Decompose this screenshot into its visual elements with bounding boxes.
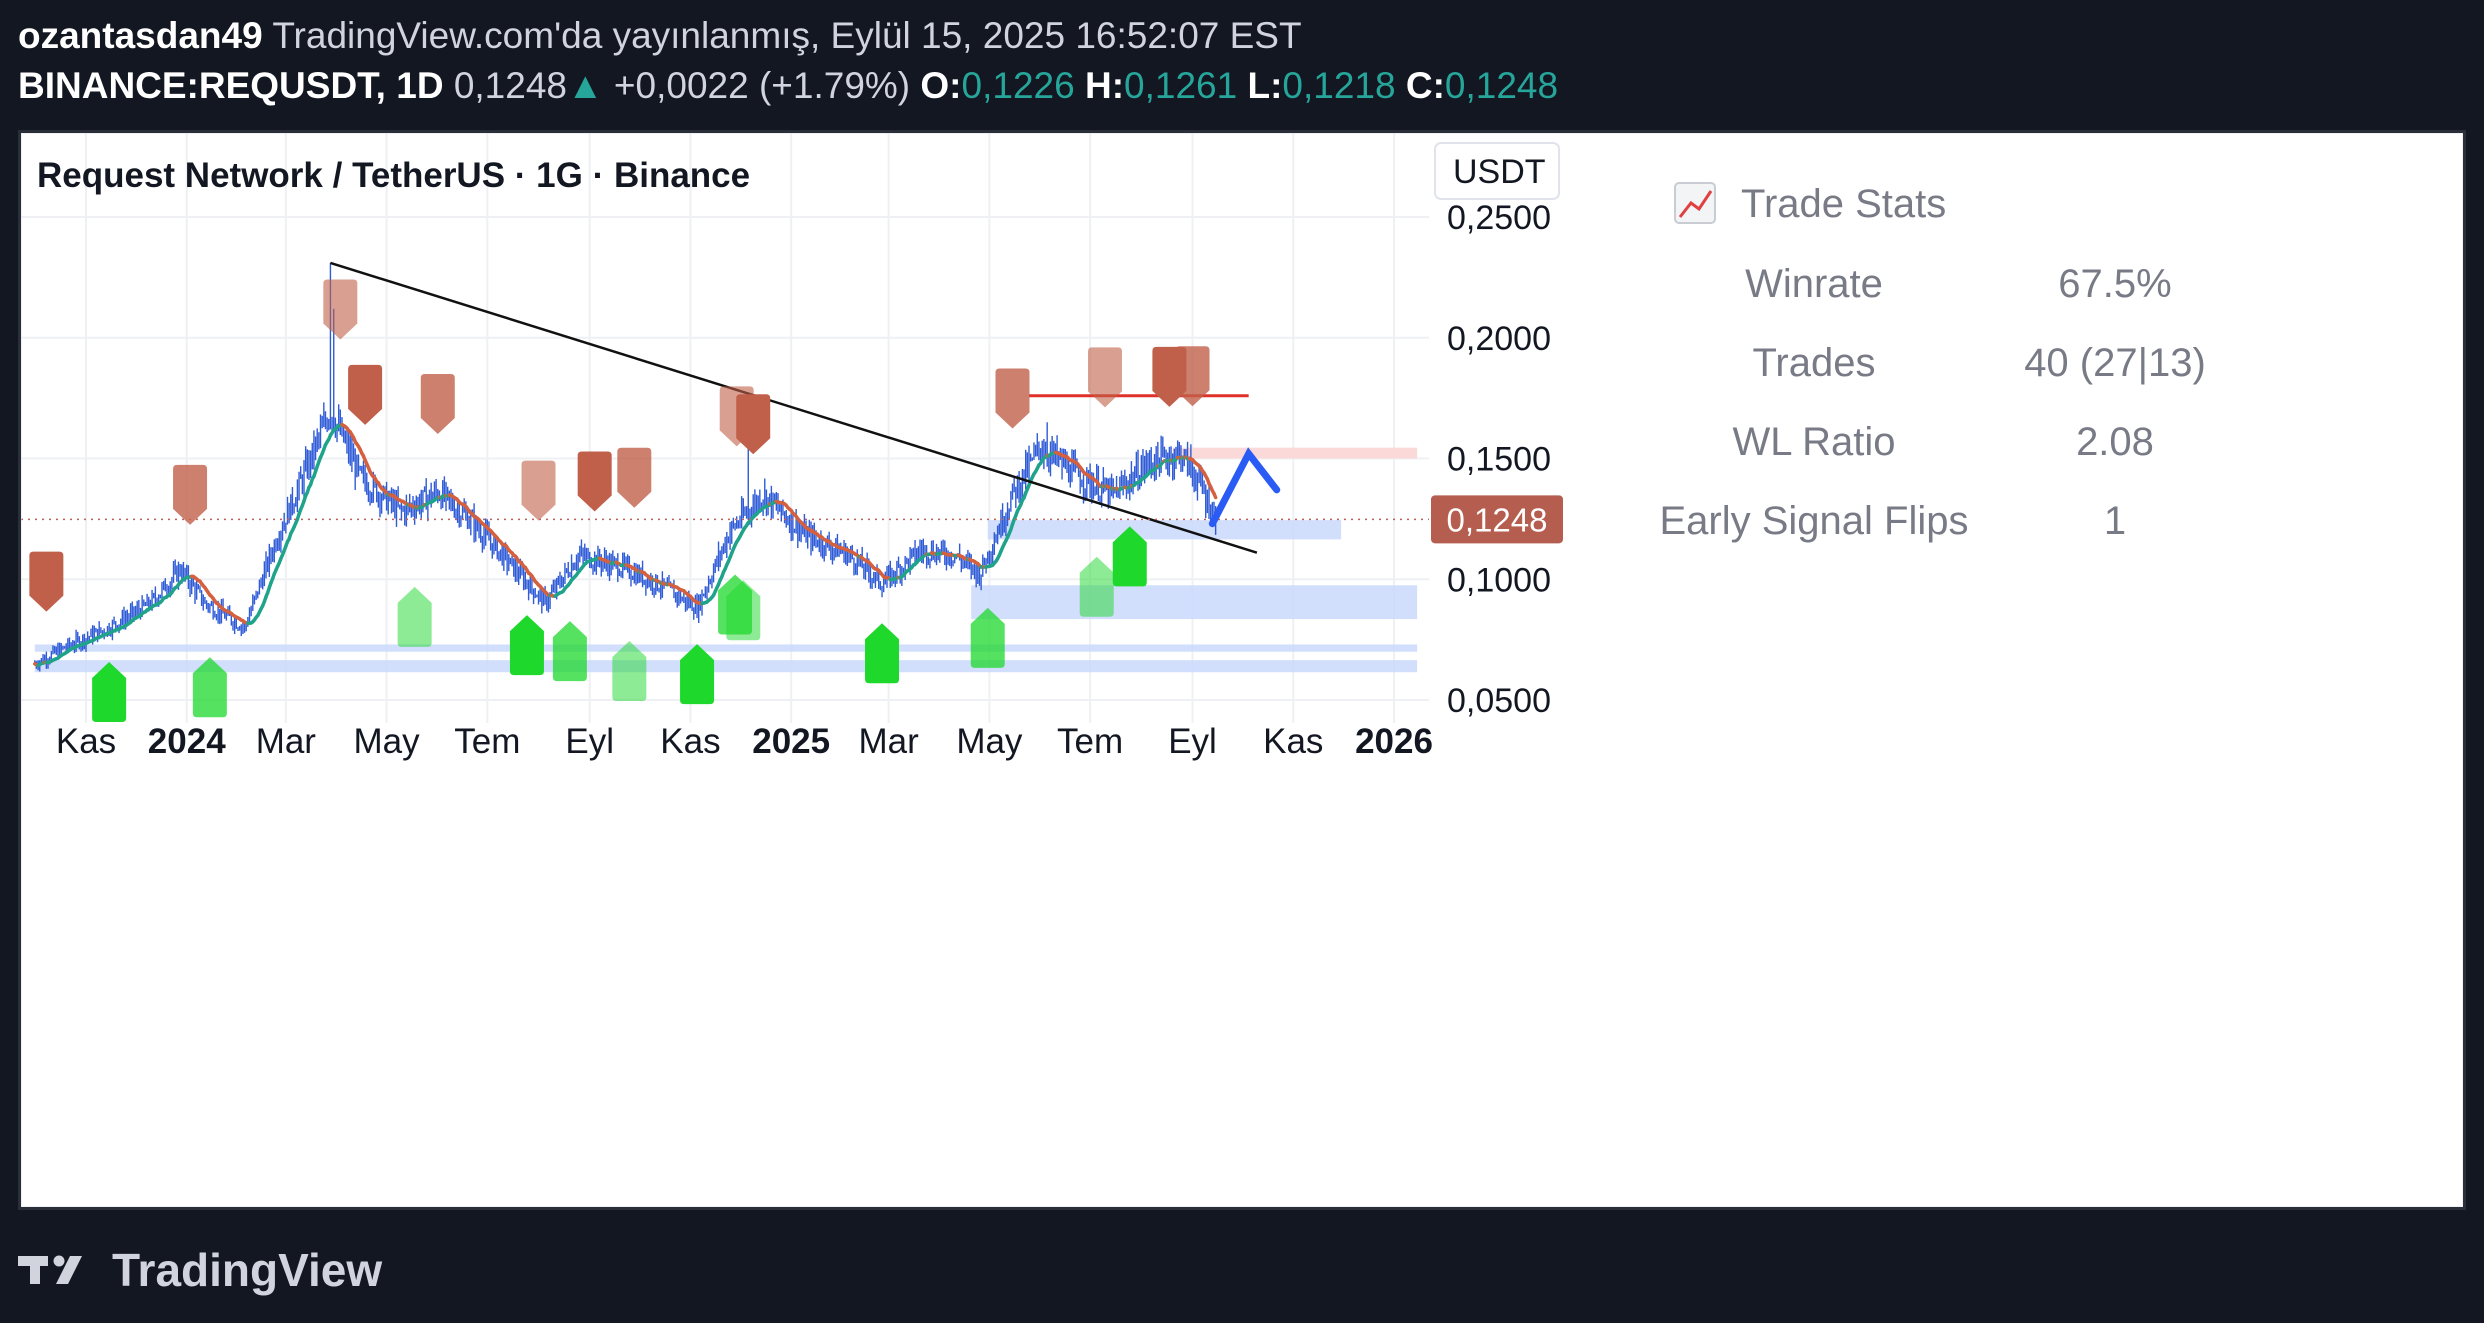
buy-signal	[680, 644, 715, 705]
high-label: H:	[1084, 65, 1125, 106]
buy-signal	[552, 621, 587, 682]
x-tick-label: Eyl	[1168, 722, 1217, 761]
sell-signal	[420, 373, 455, 434]
buy-signal	[865, 623, 900, 684]
buy-signal	[509, 615, 544, 676]
current-price-label: 0,1248	[1447, 501, 1548, 538]
tradingview-logo-icon	[18, 1255, 82, 1284]
sell-signal	[521, 460, 556, 521]
chart-line-icon	[1674, 182, 1716, 224]
sell-signal	[736, 394, 771, 455]
low-label: L:	[1247, 65, 1283, 106]
price-change: +0,0022 (+1.79%)	[613, 65, 911, 106]
support-zone	[971, 585, 1418, 620]
x-tick-label: Kas	[56, 722, 116, 761]
close-value: 0,1248	[1444, 65, 1559, 106]
sell-signal	[1175, 346, 1210, 407]
x-tick-label: Mar	[858, 722, 919, 761]
support-zone	[34, 660, 1418, 673]
author-name[interactable]: ozantasdan49	[18, 15, 263, 56]
x-tick-label: May	[956, 722, 1023, 761]
buy-signal	[1079, 556, 1114, 617]
close-label: C:	[1405, 65, 1445, 106]
publish-header: ozantasdan49 TradingView.com'da yayınlan…	[18, 12, 1302, 60]
buy-signal	[397, 586, 432, 647]
x-tick-label: 2025	[752, 722, 830, 761]
low-value: 0,1218	[1282, 65, 1396, 106]
trade-stats-label: Early Signal Flips	[1659, 499, 1968, 543]
x-tick-label: 2026	[1355, 722, 1433, 761]
y-tick-label: 0,0500	[1447, 682, 1551, 720]
currency-button-label: USDT	[1453, 153, 1546, 191]
x-tick-label: 2024	[148, 722, 226, 761]
trade-stats-label: Trades	[1752, 341, 1875, 385]
sell-signal	[323, 279, 358, 340]
up-arrow-icon: ▲	[567, 65, 604, 106]
projection-arrow	[1208, 447, 1281, 528]
trade-stats-label: WL Ratio	[1732, 420, 1895, 464]
support-zone	[34, 644, 1418, 652]
y-tick-label: 0,2500	[1447, 199, 1551, 237]
sell-signal	[173, 464, 208, 525]
sell-signal	[348, 364, 383, 425]
price-chart[interactable]: 0,2500 0,2000 0,1500 0,1000 0,0500 0,1248 USDT…	[21, 133, 2463, 1207]
moving-average-segment	[1212, 491, 1218, 500]
tradingview-logo-text: TradingView	[112, 1244, 383, 1296]
trade-stats-label: Winrate	[1745, 262, 1883, 306]
x-tick-label: Kas	[1263, 722, 1323, 761]
x-tick-label: Tem	[454, 722, 520, 761]
last-price: 0,1248	[453, 65, 567, 106]
x-tick-label: Mar	[256, 722, 317, 761]
y-tick-label: 0,1500	[1447, 441, 1551, 479]
sell-signal	[577, 451, 612, 512]
y-tick-label: 0,2000	[1447, 320, 1551, 358]
symbol-label: BINANCE:REQUSDT, 1D	[18, 65, 444, 106]
high-value: 0,1261	[1124, 65, 1238, 106]
trade-stats-title: Trade Stats	[1741, 182, 1946, 226]
price-axis-background	[1429, 133, 2463, 1207]
sell-signal	[617, 447, 652, 508]
y-tick-label: 0,1000	[1447, 561, 1551, 599]
tradingview-logo[interactable]: TradingView	[18, 1240, 382, 1300]
x-tick-label: Eyl	[565, 722, 614, 761]
x-tick-label: Kas	[660, 722, 720, 761]
sell-signal	[995, 368, 1030, 429]
x-tick-label: Tem	[1057, 722, 1123, 761]
open-value: 0,1226	[961, 65, 1075, 106]
sell-signal	[29, 551, 64, 612]
sell-signal	[1087, 347, 1122, 408]
trade-stats-value: 1	[2104, 499, 2126, 543]
trade-stats-value: 40 (27|13)	[2024, 341, 2206, 385]
chart-frame[interactable]: 0,2500 0,2000 0,1500 0,1000 0,0500 0,1248 USDT…	[18, 130, 2466, 1210]
resistance-zone	[1172, 447, 1418, 459]
trade-stats-value: 67.5%	[2058, 262, 2171, 306]
open-label: O:	[920, 65, 962, 106]
chart-title: Request Network / TetherUS · 1G · Binanc…	[37, 156, 750, 195]
ohlc-header: BINANCE:REQUSDT, 1D 0,1248▲ +0,0022 (+1.…	[18, 62, 1558, 110]
x-tick-label: May	[354, 722, 421, 761]
publish-info: TradingView.com'da yayınlanmış, Eylül 15…	[272, 15, 1302, 56]
trade-stats-value: 2.08	[2076, 420, 2154, 464]
